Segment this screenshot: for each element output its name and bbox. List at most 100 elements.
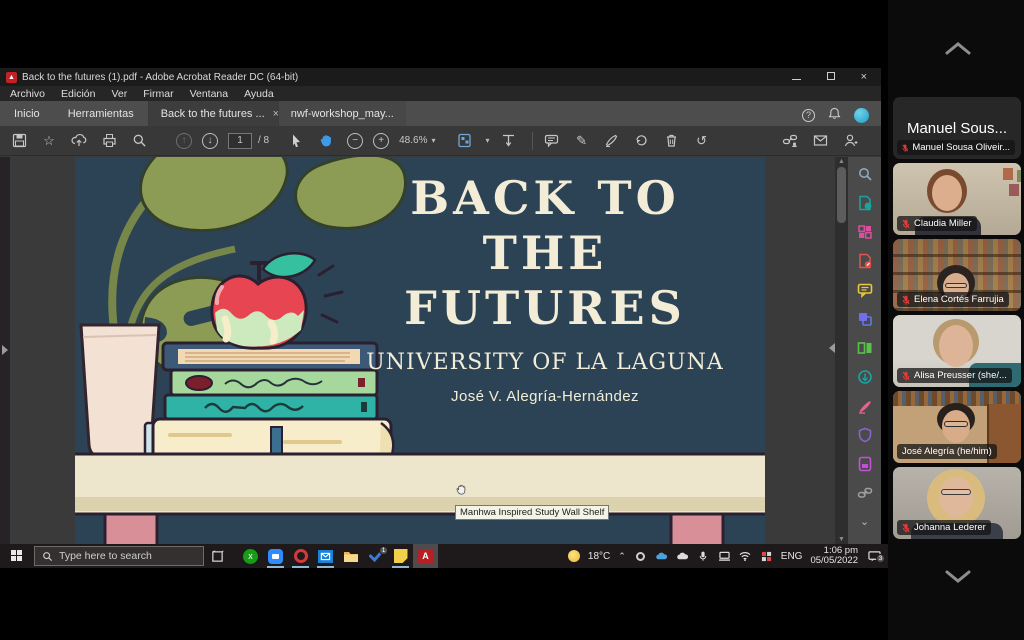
action-center-icon[interactable]: 3 [866, 549, 882, 563]
tool-search-icon[interactable] [856, 165, 873, 182]
taskbar-sticky-notes-icon[interactable] [388, 544, 413, 568]
page-view-icon[interactable] [456, 132, 474, 150]
taskbar-file-explorer-icon[interactable] [338, 544, 363, 568]
taskbar-search-input[interactable]: Type here to search [34, 546, 204, 566]
menu-edicion[interactable]: Edición [61, 88, 95, 100]
scroll-participants-down-icon[interactable] [945, 570, 967, 581]
select-cursor-icon[interactable] [287, 132, 305, 150]
taskbar-todo-icon[interactable]: 1 [363, 544, 388, 568]
minimize-button[interactable] [792, 71, 801, 83]
tool-export-pdf-icon[interactable] [856, 194, 873, 211]
account-avatar[interactable] [854, 108, 869, 123]
muted-mic-icon [902, 143, 908, 153]
tool-combine-files-icon[interactable] [856, 310, 873, 327]
page-number-input[interactable]: 1 [228, 133, 252, 149]
share-cloud-icon[interactable] [70, 132, 88, 150]
highlight-pen-icon[interactable]: ✎ [573, 132, 591, 150]
tray-onedrive-icon[interactable] [655, 550, 668, 563]
zoom-in-icon[interactable]: + [373, 133, 389, 149]
taskbar-acrobat-icon[interactable]: A [413, 544, 438, 568]
tool-compress-pdf-icon[interactable] [856, 368, 873, 385]
bell-icon[interactable] [828, 107, 841, 123]
star-favorites-icon[interactable]: ☆ [40, 132, 58, 150]
participant-tile-elena[interactable]: Elena Cortés Farrujia [893, 239, 1021, 311]
hand-tool-icon[interactable] [317, 132, 335, 150]
tray-cloud-icon[interactable] [676, 550, 689, 563]
participant-tile-claudia[interactable]: Claudia Miller [893, 163, 1021, 235]
help-icon[interactable]: ? [802, 109, 815, 122]
temperature-label[interactable]: 18°C [588, 551, 610, 562]
tray-expand-chevron-icon[interactable]: ⌃ [618, 551, 626, 562]
next-page-icon[interactable]: ↓ [202, 133, 218, 149]
print-icon[interactable] [100, 132, 118, 150]
taskbar-zoom-icon[interactable] [263, 544, 288, 568]
ink-signature-icon[interactable] [603, 132, 621, 150]
scroll-down-icon[interactable]: ▼ [838, 536, 845, 543]
tools-overflow-chevron-icon[interactable]: ⌄ [856, 513, 873, 530]
tab-herramientas[interactable]: Herramientas [54, 103, 148, 126]
participant-tile-jose-active-speaker[interactable]: José Alegría (he/him) [893, 391, 1021, 463]
search-icon [42, 551, 53, 562]
share-link-icon[interactable] [781, 132, 799, 150]
language-indicator[interactable]: ENG [781, 551, 803, 562]
tab-document-back-to-the-futures[interactable]: Back to the futures ... × [148, 101, 278, 126]
fit-width-icon[interactable] [500, 132, 518, 150]
delete-trash-icon[interactable] [663, 132, 681, 150]
zoom-level-value[interactable]: 48.6% [399, 135, 427, 146]
participant-tile-johanna[interactable]: Johanna Lederer [893, 467, 1021, 539]
taskbar-opera-icon[interactable] [288, 544, 313, 568]
tool-protect-icon[interactable] [856, 426, 873, 443]
participant-tile-manuel[interactable]: Manuel Sous... Manuel Sousa Oliveir... [893, 97, 1021, 159]
zoom-participants-sidebar: Manuel Sous... Manuel Sousa Oliveir... C… [888, 0, 1024, 640]
save-icon[interactable] [10, 132, 28, 150]
task-view-button[interactable] [204, 544, 230, 568]
previous-page-icon[interactable]: ↑ [176, 133, 192, 149]
menu-ventana[interactable]: Ventana [190, 88, 229, 100]
restore-button[interactable] [827, 71, 835, 83]
search-icon[interactable] [130, 132, 148, 150]
stamp-rotate-icon[interactable] [633, 132, 651, 150]
tab-inicio[interactable]: Inicio [0, 103, 54, 126]
taskbar-clock[interactable]: 1:06 pm 05/05/2022 [810, 546, 858, 567]
tool-create-pdf-icon[interactable] [856, 223, 873, 240]
scrollbar-thumb[interactable] [837, 167, 846, 223]
email-icon[interactable] [811, 132, 829, 150]
collapse-tools-arrow-icon[interactable] [829, 343, 835, 353]
start-button[interactable] [0, 544, 34, 568]
undo-icon[interactable]: ↺ [693, 132, 711, 150]
menu-archivo[interactable]: Archivo [10, 88, 45, 100]
tool-comment-icon[interactable] [856, 281, 873, 298]
tray-notification-app-icon[interactable] [760, 550, 773, 563]
navigation-pane-strip[interactable] [0, 157, 10, 544]
tool-more-icon[interactable] [856, 455, 873, 472]
close-button[interactable]: × [861, 71, 867, 83]
tool-link-icon[interactable] [856, 484, 873, 501]
page-total-label: / 8 [258, 135, 269, 146]
participant-tile-alisa[interactable]: Alisa Preusser (she/... [893, 315, 1021, 387]
menu-ver[interactable]: Ver [111, 88, 127, 100]
taskbar-mail-icon[interactable] [313, 544, 338, 568]
weather-icon[interactable] [568, 550, 580, 562]
tool-organize-pages-icon[interactable] [856, 339, 873, 356]
menu-firmar[interactable]: Firmar [143, 88, 173, 100]
tray-opera-icon[interactable] [634, 550, 647, 563]
zoom-out-icon[interactable]: − [347, 133, 363, 149]
participant-name-label: Alisa Preusser (she/... [914, 370, 1007, 381]
tray-device-icon[interactable] [718, 550, 731, 563]
tab-document-nwf-workshop[interactable]: nwf-workshop_may... [278, 101, 406, 126]
scroll-participants-up-icon[interactable] [945, 42, 967, 53]
comment-icon[interactable] [543, 132, 561, 150]
page-view-caret-icon[interactable]: ▾ [486, 136, 490, 145]
open-pane-arrow-icon[interactable] [2, 345, 8, 355]
vertical-scrollbar[interactable]: ▲ ▼ [835, 157, 848, 544]
zoom-caret-icon[interactable]: ▾ [431, 136, 435, 145]
tool-edit-pdf-icon[interactable] [856, 252, 873, 269]
scroll-up-icon[interactable]: ▲ [838, 158, 845, 165]
tray-microphone-icon[interactable] [697, 550, 710, 563]
tool-fill-sign-icon[interactable] [856, 397, 873, 414]
tray-wifi-icon[interactable] [739, 550, 752, 563]
sign-in-user-icon[interactable] [841, 132, 859, 150]
pdf-page-canvas[interactable]: BACK TO THE FUTURES UNIVERSITY OF LA LAG… [75, 157, 765, 544]
menu-ayuda[interactable]: Ayuda [244, 88, 274, 100]
taskbar-xbox-icon[interactable]: x [238, 544, 263, 568]
